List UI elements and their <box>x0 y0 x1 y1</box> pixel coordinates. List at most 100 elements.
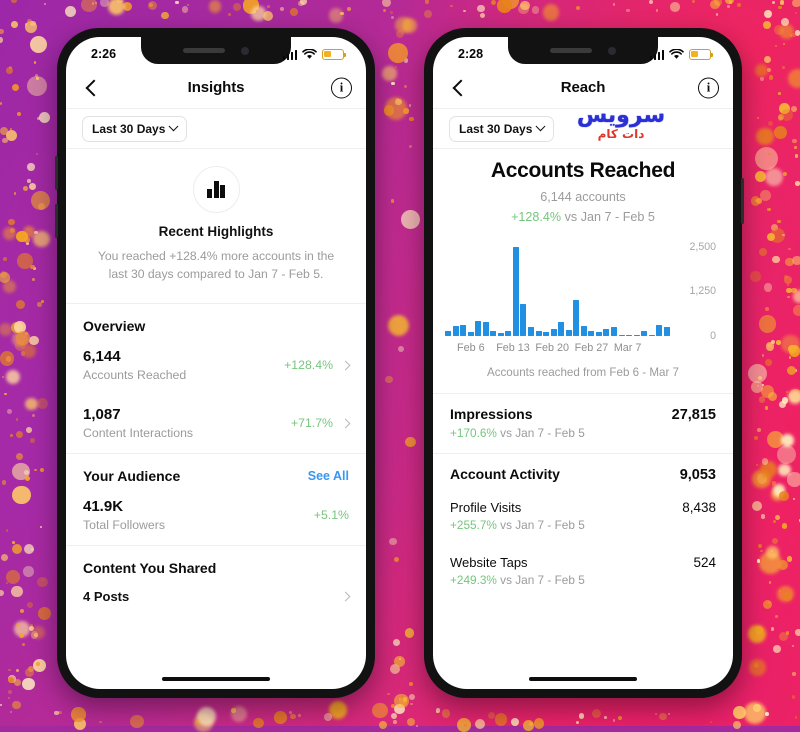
confetti-dot <box>408 104 412 107</box>
confetti-dot <box>612 3 616 7</box>
confetti-dot <box>263 10 274 21</box>
metric-delta: +255.7% vs Jan 7 - Feb 5 <box>450 518 716 532</box>
audience-row-meta: +5.1% <box>314 508 349 522</box>
see-all-link[interactable]: See All <box>308 469 349 483</box>
confetti-dot <box>773 126 788 140</box>
confetti-dot <box>27 163 35 171</box>
confetti-dot <box>328 8 343 23</box>
chart-bar <box>528 327 534 336</box>
confetti-dot <box>789 356 792 359</box>
confetti-dot <box>15 300 25 310</box>
reach-bar-chart: 2,500 1,250 0 Feb 6 Feb 13 Feb 20 Feb 27 Mar 7 <box>433 224 733 354</box>
confetti-dot <box>771 339 776 344</box>
chart-bar <box>580 325 587 336</box>
info-icon[interactable]: i <box>331 77 352 98</box>
confetti-dot <box>774 44 778 48</box>
confetti-dot <box>780 108 794 122</box>
confetti-dot <box>782 42 786 45</box>
confetti-dot <box>654 712 658 716</box>
date-range-selector[interactable]: Last 30 Days <box>82 115 188 142</box>
confetti-dot <box>778 559 789 571</box>
confetti-dot <box>404 628 415 638</box>
posts-label: 4 Posts <box>83 588 130 604</box>
confetti-dot <box>758 543 763 548</box>
confetti-dot <box>0 554 8 562</box>
confetti-dot <box>792 0 800 8</box>
confetti-dot <box>786 283 789 287</box>
confetti-dot <box>372 702 388 719</box>
phone-right-screen: 2:28 Reach i Last 30 Days سرویس دات کام … <box>433 37 733 689</box>
chart-bar <box>663 326 670 336</box>
confetti-dot <box>403 85 407 89</box>
confetti-dot <box>408 682 413 687</box>
confetti-dot <box>781 65 786 70</box>
confetti-dot <box>778 5 782 10</box>
confetti-dot <box>776 340 782 345</box>
confetti-dot <box>0 323 13 336</box>
stat-value: 1,087 <box>83 406 121 424</box>
metric-impressions[interactable]: Impressions 27,815 +170.6% vs Jan 7 - Fe… <box>433 394 733 453</box>
back-chevron-icon[interactable] <box>82 78 102 98</box>
confetti-dot <box>387 692 390 696</box>
confetti-dot <box>394 656 405 667</box>
confetti-dot <box>753 436 758 441</box>
confetti-dot <box>787 295 790 298</box>
confetti-dot <box>280 7 285 12</box>
confetti-dot <box>11 540 15 544</box>
chart-y-tick: 0 <box>710 330 716 342</box>
chart-bar <box>603 328 610 336</box>
confetti-dot <box>12 700 22 710</box>
confetti-dot <box>22 643 26 647</box>
confetti-dot <box>378 720 388 729</box>
content-shared-row-posts[interactable]: 4 Posts <box>66 579 366 616</box>
confetti-dot <box>0 272 10 284</box>
metric-delta-value: +170.6% <box>450 426 497 440</box>
confetti-dot <box>0 37 3 43</box>
metric-name: Impressions <box>450 406 533 422</box>
date-range-selector[interactable]: Last 30 Days <box>449 115 555 142</box>
confetti-dot <box>33 230 50 248</box>
confetti-dot <box>777 219 781 224</box>
confetti-dot <box>648 0 653 5</box>
confetti-dot <box>792 138 797 144</box>
confetti-dot <box>400 210 420 230</box>
confetti-dot <box>782 171 788 177</box>
confetti-dot <box>755 146 779 170</box>
overview-row-content-interactions[interactable]: 1,087 Content Interactions +71.7% <box>66 395 366 454</box>
reach-delta: +128.4% vs Jan 7 - Feb 5 <box>445 210 721 224</box>
confetti-dot <box>771 481 776 486</box>
confetti-dot <box>20 609 25 614</box>
confetti-dot <box>3 256 7 261</box>
metric-profile-visits[interactable]: Profile Visits 8,438 +255.7% vs Jan 7 - … <box>433 496 733 545</box>
confetti-dot <box>480 12 486 18</box>
confetti-dot <box>756 463 759 466</box>
phone-left-screen: 2:26 Insights i Last 30 Days Recent High… <box>66 37 366 689</box>
confetti-dot <box>0 102 3 105</box>
audience-row-total-followers[interactable]: 41.9K Total Followers +5.1% <box>66 487 366 546</box>
confetti-dot <box>795 181 800 186</box>
metric-account-activity[interactable]: Account Activity 9,053 <box>433 454 733 496</box>
status-icons <box>649 48 714 60</box>
confetti-dot <box>382 8 387 13</box>
info-icon[interactable]: i <box>698 77 719 98</box>
page-title: Insights <box>187 79 245 96</box>
confetti-dot <box>38 112 50 124</box>
confetti-dot <box>255 9 259 12</box>
confetti-dot <box>763 55 771 63</box>
confetti-dot <box>404 436 416 448</box>
highlights-description: You reached +128.4% more accounts in the… <box>97 249 335 281</box>
confetti-dot <box>758 314 777 333</box>
chart-y-tick: 2,500 <box>689 240 716 253</box>
metric-website-taps[interactable]: Website Taps 524 +249.3% vs Jan 7 - Feb … <box>433 545 733 600</box>
confetti-dot <box>9 710 12 713</box>
home-indicator <box>529 676 637 681</box>
confetti-dot <box>393 557 399 563</box>
confetti-dot <box>389 537 397 545</box>
overview-row-accounts-reached[interactable]: 6,144 Accounts Reached +128.4% <box>66 337 366 395</box>
confetti-dot <box>494 713 508 726</box>
confetti-dot <box>10 585 23 598</box>
stat-label: Accounts Reached <box>83 368 187 383</box>
stat-value: 41.9K <box>83 497 124 515</box>
back-chevron-icon[interactable] <box>449 78 469 98</box>
confetti-dot <box>787 556 793 562</box>
